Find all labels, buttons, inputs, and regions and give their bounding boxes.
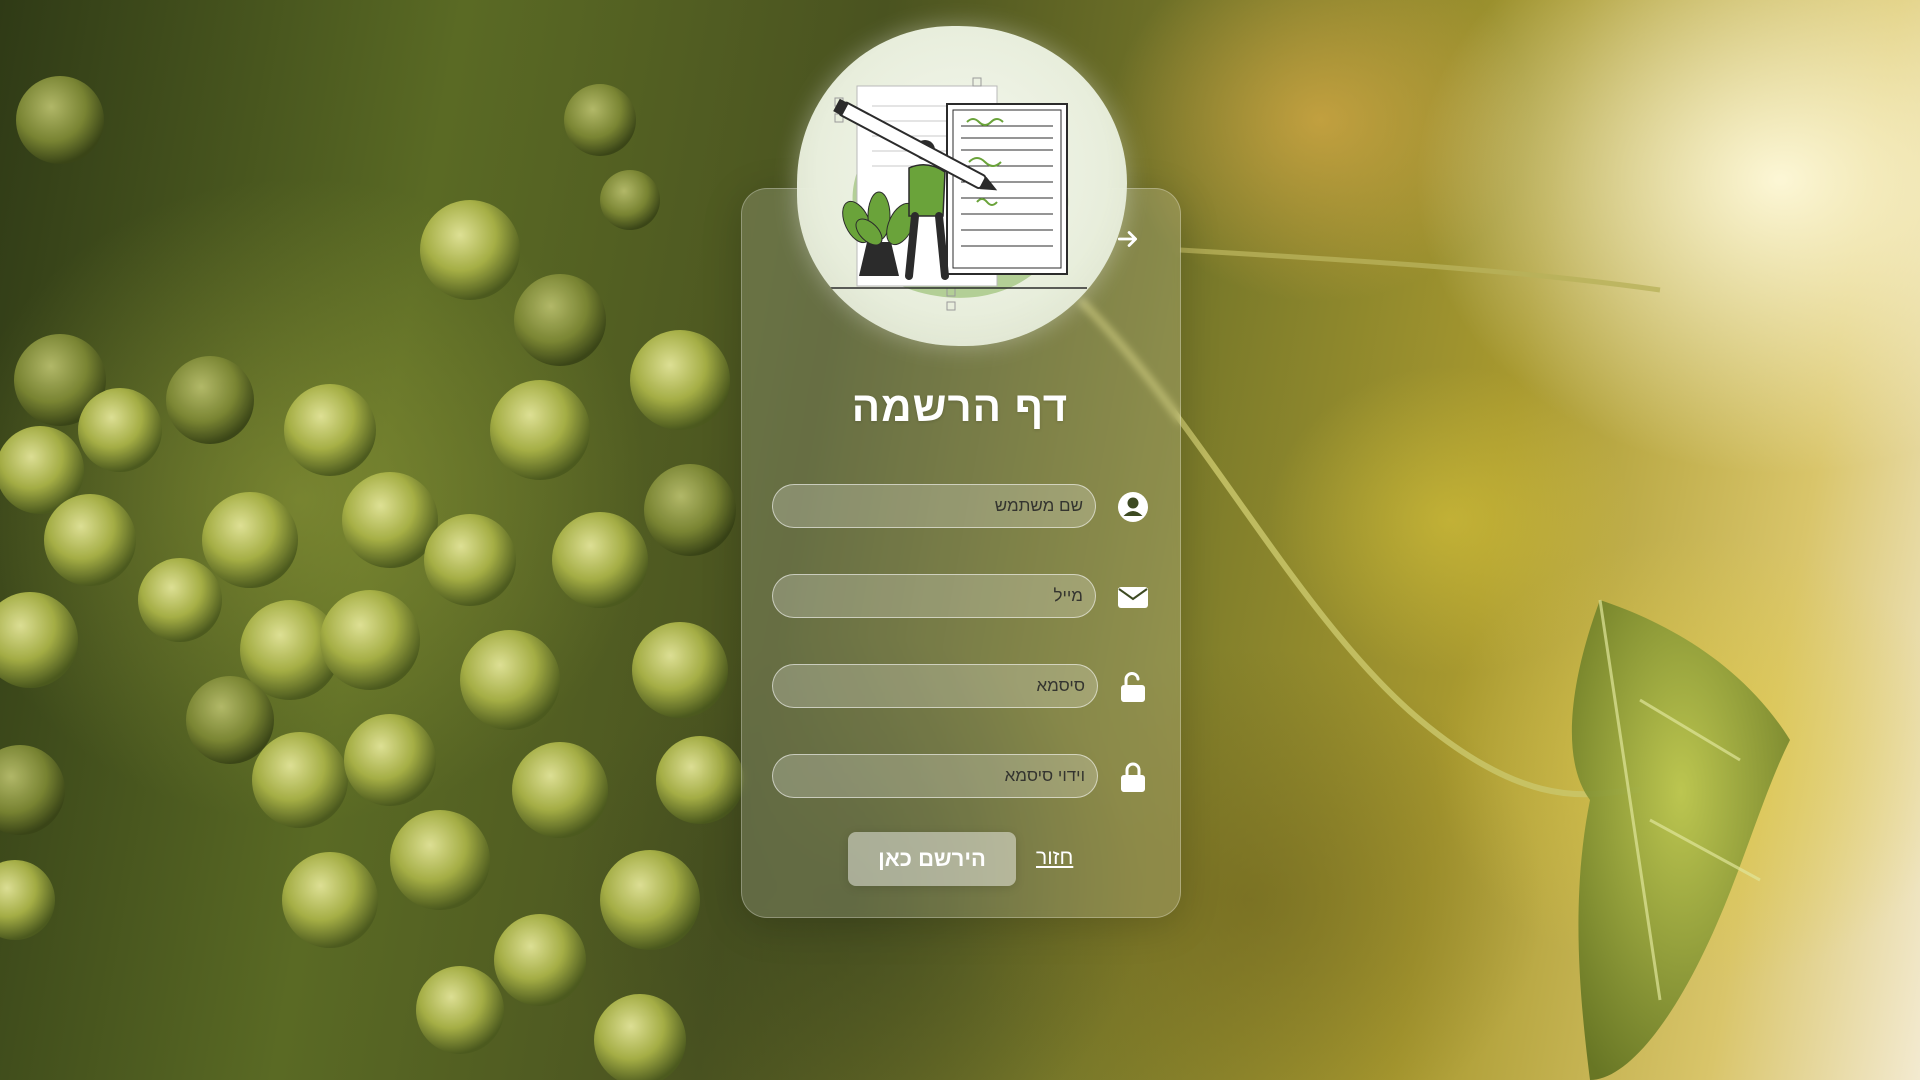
back-link[interactable]: חזור — [1036, 846, 1073, 870]
confirm-password-input[interactable] — [772, 754, 1098, 798]
lock-icon — [1121, 762, 1145, 792]
password-input[interactable] — [772, 664, 1098, 708]
arrow-right-icon[interactable] — [1115, 226, 1141, 252]
page-title: דף הרשמה — [851, 383, 1069, 430]
password-row — [772, 664, 1152, 710]
email-input[interactable] — [772, 574, 1096, 618]
form-actions: הירשם כאן חזור — [848, 832, 1088, 886]
confirm-password-row — [772, 754, 1152, 800]
username-row — [772, 484, 1152, 530]
register-button[interactable]: הירשם כאן — [848, 832, 1016, 886]
user-circle-icon — [1118, 492, 1148, 522]
envelope-icon — [1118, 587, 1148, 608]
unlock-icon — [1121, 672, 1145, 702]
username-input[interactable] — [772, 484, 1096, 528]
hero-illustration — [797, 26, 1127, 346]
email-row — [772, 574, 1152, 620]
